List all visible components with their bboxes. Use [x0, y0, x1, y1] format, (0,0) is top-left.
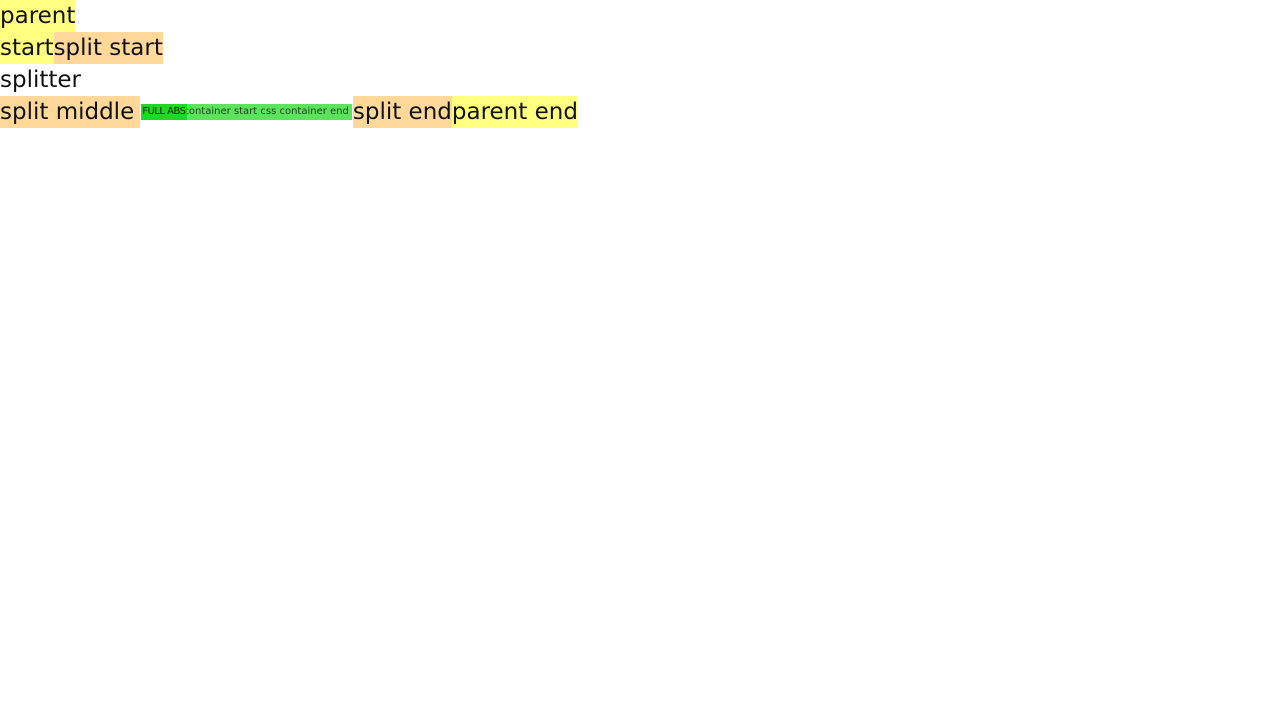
full-abs-label: FULL ABS — [141, 104, 187, 120]
split-gap — [134, 96, 141, 128]
splitter-text: splitter — [0, 67, 82, 93]
line-split-middle: split middle css container start css con… — [0, 96, 578, 128]
css-container: css container start css container end FU… — [141, 104, 352, 120]
split-middle-text: split middle — [0, 96, 135, 128]
line-start: start split start — [0, 32, 163, 64]
line-parent: parent — [0, 0, 76, 32]
parent-end-text: parent end — [451, 96, 578, 128]
line-splitter: splitter — [0, 64, 81, 96]
parent-text: parent — [0, 0, 76, 32]
split-start-text: split start — [53, 32, 163, 64]
split-end-text: split end — [352, 96, 452, 128]
start-text: start — [0, 32, 54, 64]
